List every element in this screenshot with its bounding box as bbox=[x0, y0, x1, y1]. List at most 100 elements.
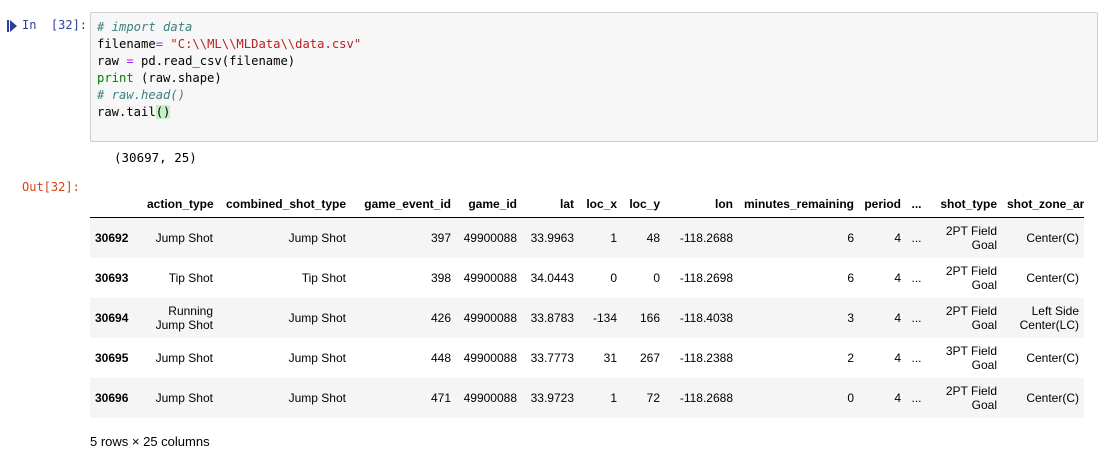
code-line-5: # raw.head() bbox=[97, 87, 1097, 104]
ellipsis-cell: ... bbox=[911, 390, 922, 405]
table-cell: 49900088 bbox=[463, 230, 517, 245]
table-cell: 49900088 bbox=[463, 390, 517, 405]
table-cell: Jump Shot bbox=[155, 390, 213, 405]
table-cell: 426 bbox=[430, 310, 451, 325]
column-header: shot_zone_area bbox=[1002, 190, 1084, 218]
code-line-3: raw = pd.read_csv(filename) bbox=[97, 53, 1097, 70]
table-row: 30695 Jump Shot Jump Shot 448 49900088 3… bbox=[90, 338, 1084, 378]
table-cell: Center(C) bbox=[1026, 230, 1079, 245]
row-index: 30695 bbox=[95, 350, 129, 365]
row-index: 30694 bbox=[95, 310, 129, 325]
column-header: combined_shot_type bbox=[218, 190, 351, 218]
table-cell: Tip Shot bbox=[168, 270, 213, 285]
table-cell: 49900088 bbox=[463, 350, 517, 365]
column-header: lon bbox=[665, 190, 738, 218]
code-var: raw bbox=[97, 54, 127, 68]
table-cell: Tip Shot bbox=[301, 270, 346, 285]
table-cell: 1 bbox=[610, 390, 617, 405]
table-cell: Jump Shot bbox=[288, 310, 346, 325]
table-row: 30693 Tip Shot Tip Shot 398 49900088 34.… bbox=[90, 258, 1084, 298]
ellipsis-cell: ... bbox=[911, 270, 922, 285]
index-header bbox=[90, 190, 142, 218]
table-cell: Center(C) bbox=[1026, 350, 1079, 365]
table-cell: 0 bbox=[610, 270, 617, 285]
table-cell: 48 bbox=[646, 230, 660, 245]
table-cell: 4 bbox=[894, 230, 901, 245]
table-row: 30696 Jump Shot Jump Shot 471 49900088 3… bbox=[90, 377, 1084, 418]
table-cell: 2PT Field Goal bbox=[945, 263, 997, 292]
table-cell: 3 bbox=[847, 310, 854, 325]
table-cell: 49900088 bbox=[463, 310, 517, 325]
run-cell-icon[interactable] bbox=[7, 20, 17, 32]
table-cell: 3PT Field Goal bbox=[945, 343, 997, 372]
output-prompt: Out[32]: bbox=[22, 180, 80, 194]
table-cell: 72 bbox=[646, 390, 660, 405]
table-cell: Jump Shot bbox=[288, 390, 346, 405]
table-cell: 31 bbox=[603, 350, 617, 365]
table-cell: 267 bbox=[639, 350, 660, 365]
table-cell: Jump Shot bbox=[288, 350, 346, 365]
column-header: loc_x bbox=[579, 190, 622, 218]
column-header: action_type bbox=[142, 190, 218, 218]
code-operator: = bbox=[155, 37, 164, 51]
table-cell: Jump Shot bbox=[155, 350, 213, 365]
table-footer: 5 rows × 25 columns bbox=[90, 434, 210, 449]
table-cell: 0 bbox=[847, 390, 854, 405]
table-cell: -118.4038 bbox=[679, 310, 733, 325]
table-cell: -134 bbox=[592, 310, 617, 325]
row-index: 30693 bbox=[95, 270, 129, 285]
ellipsis-cell: ... bbox=[911, 230, 922, 245]
table-cell: 4 bbox=[894, 310, 901, 325]
table-cell: -118.2698 bbox=[679, 270, 733, 285]
code-text: pd.read_csv(filename) bbox=[133, 54, 296, 68]
table-header-row: action_type combined_shot_type game_even… bbox=[90, 190, 1084, 218]
table-cell: Center(C) bbox=[1026, 390, 1079, 405]
table-cell: 33.8783 bbox=[530, 310, 574, 325]
column-header: game_id bbox=[456, 190, 522, 218]
code-paren-highlight: () bbox=[155, 105, 171, 119]
table-row: 30692 Jump Shot Jump Shot 397 49900088 3… bbox=[90, 217, 1084, 258]
column-header: period bbox=[859, 190, 906, 218]
table-cell: 4 bbox=[894, 390, 901, 405]
input-prompt-count: [32]: bbox=[50, 18, 88, 32]
table-cell: 49900088 bbox=[463, 270, 517, 285]
table-cell: 4 bbox=[894, 350, 901, 365]
table-cell: Jump Shot bbox=[155, 230, 213, 245]
table-cell: Running Jump Shot bbox=[155, 303, 213, 332]
code-comment: # import data bbox=[97, 20, 193, 34]
table-cell: -118.2688 bbox=[679, 390, 733, 405]
row-index: 30696 bbox=[95, 390, 129, 405]
table-cell: 33.9963 bbox=[530, 230, 574, 245]
column-header: loc_y bbox=[622, 190, 665, 218]
table-cell: 6 bbox=[847, 270, 854, 285]
table-cell: Jump Shot bbox=[288, 230, 346, 245]
table-cell: 471 bbox=[430, 390, 451, 405]
code-operator: = bbox=[126, 54, 134, 68]
table-cell: 166 bbox=[639, 310, 660, 325]
table-cell: 1 bbox=[610, 230, 617, 245]
code-line-1: # import data bbox=[97, 19, 1097, 36]
code-editor[interactable]: # import data filename= "C:\\ML\\MLData\… bbox=[90, 12, 1098, 142]
table-cell: 448 bbox=[430, 350, 451, 365]
ellipsis-cell: ... bbox=[911, 310, 922, 325]
column-header: game_event_id bbox=[351, 190, 456, 218]
table-cell: 2PT Field Goal bbox=[945, 303, 997, 332]
table-cell: -118.2688 bbox=[679, 230, 733, 245]
table-row: 30694 Running Jump Shot Jump Shot 426 49… bbox=[90, 297, 1084, 338]
code-line-4: print (raw.shape) bbox=[97, 70, 1097, 87]
table-cell: 33.7773 bbox=[530, 350, 574, 365]
table-cell: 4 bbox=[894, 270, 901, 285]
ellipsis-cell: ... bbox=[911, 350, 922, 365]
stdout-output: (30697, 25) bbox=[114, 150, 197, 165]
table-cell: 2PT Field Goal bbox=[945, 383, 997, 412]
ellipsis-header: ... bbox=[906, 190, 927, 218]
table-cell: Left Side Center(LC) bbox=[1019, 303, 1079, 332]
column-header: shot_type bbox=[927, 190, 1002, 218]
code-text: (raw.shape) bbox=[133, 71, 222, 85]
input-prompt: In [32]: bbox=[22, 18, 87, 32]
column-header: lat bbox=[522, 190, 579, 218]
table-cell: 397 bbox=[430, 230, 451, 245]
code-var: filename bbox=[97, 37, 156, 51]
table-cell: 398 bbox=[430, 270, 451, 285]
table-cell: 2 bbox=[847, 350, 854, 365]
